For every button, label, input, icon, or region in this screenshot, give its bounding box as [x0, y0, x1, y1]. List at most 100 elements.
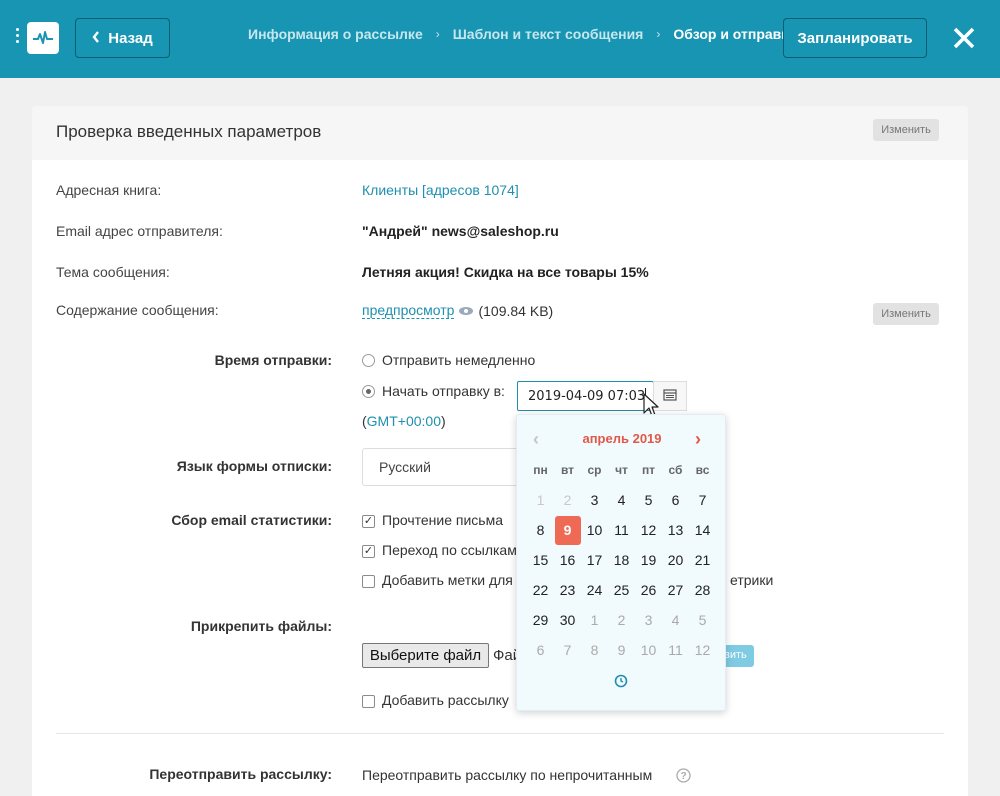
menu-dots-icon[interactable] — [14, 28, 20, 43]
link-tracking-label[interactable]: Переход по ссылкам — [382, 542, 517, 558]
schedule-button[interactable]: Запланировать — [783, 18, 927, 58]
resend-value: Переотправить рассылку по непрочитанным — [362, 767, 653, 783]
back-button[interactable]: Назад — [75, 18, 170, 58]
calendar-day[interactable]: 14 — [689, 515, 716, 545]
calendar-day-label: 6 — [671, 492, 680, 508]
calendar-day[interactable]: 11 — [608, 515, 635, 545]
calendar-day[interactable]: 20 — [662, 545, 689, 575]
calendar-day[interactable]: 7 — [554, 635, 581, 665]
schedule-label[interactable]: Начать отправку в: — [382, 383, 505, 399]
schedule-radio[interactable] — [362, 385, 375, 398]
add-mailing-checkbox[interactable] — [362, 695, 375, 708]
calendar-day[interactable]: 23 — [554, 575, 581, 605]
calendar-day[interactable]: 10 — [581, 515, 608, 545]
back-label: Назад — [108, 29, 153, 47]
calendar-day[interactable]: 1 — [527, 485, 554, 515]
calendar-day[interactable]: 12 — [689, 635, 716, 665]
calendar-day-label: 15 — [532, 552, 549, 568]
calendar-day[interactable]: 5 — [635, 485, 662, 515]
calendar-day-label: 7 — [563, 642, 572, 658]
read-tracking-label[interactable]: Прочтение письма — [382, 512, 503, 528]
calendar-day-label: 10 — [640, 642, 657, 658]
chevron-right-icon: › — [656, 27, 661, 41]
calendar-day[interactable]: 6 — [662, 485, 689, 515]
calendar-day[interactable]: 30 — [554, 605, 581, 635]
calendar-day[interactable]: 15 — [527, 545, 554, 575]
calendar-day-label: 12 — [640, 522, 657, 538]
add-mailing-label[interactable]: Добавить рассылку — [382, 692, 509, 708]
read-tracking-checkbox[interactable]: ✓ — [362, 515, 375, 528]
calendar-day[interactable]: 27 — [662, 575, 689, 605]
calendar-day-label: 11 — [614, 522, 629, 538]
calendar-day-label: 16 — [559, 552, 576, 568]
calendar-day[interactable]: 16 — [554, 545, 581, 575]
calendar-day-label: 3 — [590, 492, 599, 508]
calendar-day[interactable]: 5 — [689, 605, 716, 635]
datetime-input[interactable]: 2019-04-09 07:03 — [517, 381, 654, 411]
utm-label[interactable]: Добавить метки для — [382, 572, 513, 588]
calendar-day[interactable]: 26 — [635, 575, 662, 605]
utm-checkbox[interactable] — [362, 575, 375, 588]
calendar-day[interactable]: 3 — [581, 485, 608, 515]
preview-link[interactable]: предпросмотр — [362, 302, 455, 319]
calendar-day-label: 2 — [617, 612, 626, 628]
calendar-day[interactable]: 24 — [581, 575, 608, 605]
unsubscribe-lang-select[interactable]: Русский — [362, 448, 522, 486]
weekday-header: пт — [641, 463, 656, 477]
timezone-paren-close: ) — [441, 413, 446, 429]
choose-file-button[interactable]: Выберите файл — [362, 643, 489, 668]
send-now-label[interactable]: Отправить немедленно — [382, 352, 535, 368]
content-edit-button[interactable]: Изменить — [873, 303, 939, 325]
calendar-day[interactable]: 10 — [635, 635, 662, 665]
card-header: Проверка введенных параметров Изменить — [32, 106, 968, 160]
close-icon[interactable] — [950, 24, 978, 52]
calendar-day[interactable]: 1 — [581, 605, 608, 635]
help-icon[interactable]: ? — [676, 768, 691, 786]
edit-button[interactable]: Изменить — [873, 119, 939, 141]
calendar-day[interactable]: 8 — [581, 635, 608, 665]
calendar-day[interactable]: 2 — [554, 485, 581, 515]
calendar-day[interactable]: 7 — [689, 485, 716, 515]
timezone-link[interactable]: GMT+00:00 — [367, 413, 441, 429]
calendar-day-label: 27 — [667, 582, 684, 598]
calendar-day-label: 5 — [698, 612, 707, 628]
calendar-day-label: 24 — [586, 582, 603, 598]
calendar-day[interactable]: 29 — [527, 605, 554, 635]
step-review[interactable]: Обзор и отправка — [673, 26, 796, 42]
calendar-day[interactable]: 6 — [527, 635, 554, 665]
calendar-day[interactable]: 4 — [662, 605, 689, 635]
step-template[interactable]: Шаблон и текст сообщения — [453, 26, 644, 42]
calendar-day[interactable]: 17 — [581, 545, 608, 575]
calendar-day-label: 8 — [536, 522, 545, 538]
calendar-day[interactable]: 13 — [662, 515, 689, 545]
calendar-day[interactable]: 9 — [608, 635, 635, 665]
calendar-day[interactable]: 22 — [527, 575, 554, 605]
top-bar: Назад Информация о рассылке › Шаблон и т… — [0, 0, 1000, 78]
calendar-day[interactable]: 9 — [554, 515, 581, 545]
calendar-day-label: 29 — [532, 612, 549, 628]
resend-label: Переотправить рассылку: — [149, 766, 332, 782]
calendar-day[interactable]: 12 — [635, 515, 662, 545]
calendar-day[interactable]: 28 — [689, 575, 716, 605]
calendar-day[interactable]: 2 — [608, 605, 635, 635]
link-tracking-checkbox[interactable]: ✓ — [362, 545, 375, 558]
calendar-day-label: 4 — [617, 492, 626, 508]
content-label: Содержание сообщения: — [56, 302, 219, 318]
calendar-day[interactable]: 21 — [689, 545, 716, 575]
clock-icon[interactable] — [614, 674, 628, 688]
calendar-day[interactable]: 18 — [608, 545, 635, 575]
step-info[interactable]: Информация о рассылке — [248, 26, 423, 42]
calendar-day[interactable]: 4 — [608, 485, 635, 515]
calendar-day[interactable]: 19 — [635, 545, 662, 575]
next-month-icon[interactable]: › — [695, 429, 701, 450]
eye-icon[interactable] — [458, 303, 474, 319]
calendar-day[interactable]: 11 — [662, 635, 689, 665]
address-book-link[interactable]: Клиенты [адресов 1074] — [362, 182, 519, 198]
send-now-radio[interactable] — [362, 354, 375, 367]
logo-icon[interactable] — [27, 22, 59, 54]
calendar-day[interactable]: 25 — [608, 575, 635, 605]
calendar-day[interactable]: 3 — [635, 605, 662, 635]
calendar-day-label: 8 — [590, 642, 599, 658]
calendar-day[interactable]: 8 — [527, 515, 554, 545]
calendar-day-label: 5 — [644, 492, 653, 508]
